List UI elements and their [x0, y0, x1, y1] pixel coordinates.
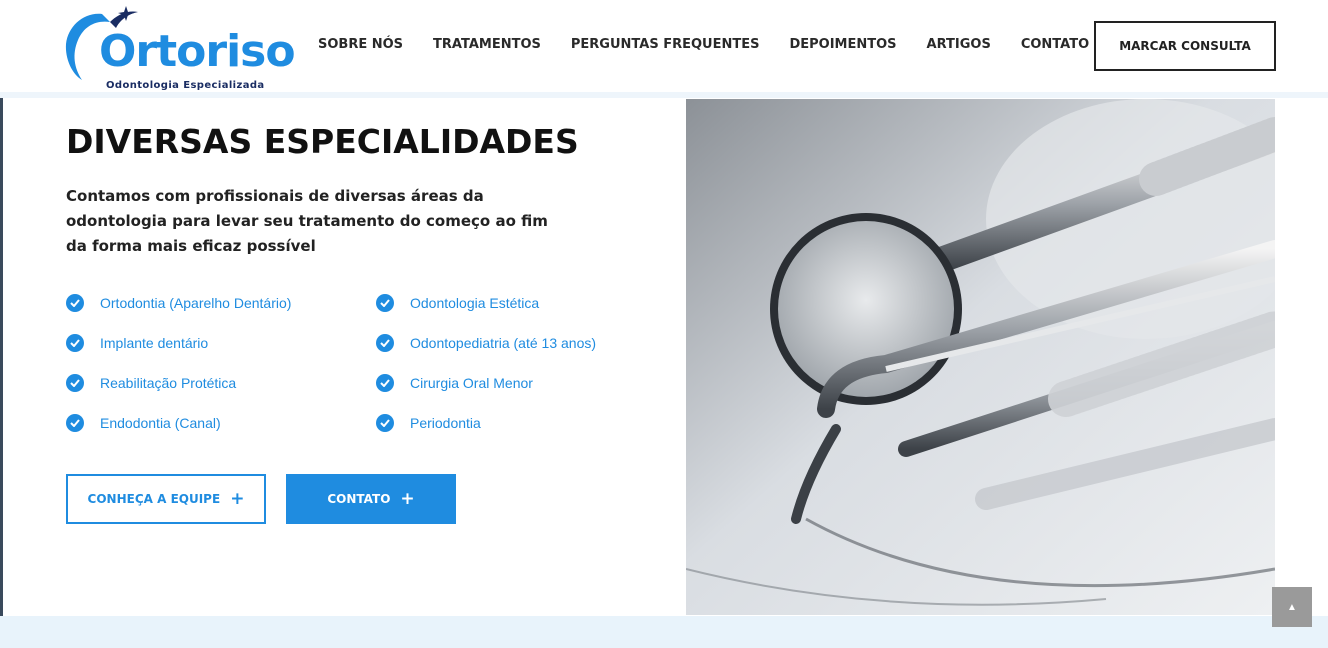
check-circle-icon — [66, 294, 84, 312]
specialty-label[interactable]: Endodontia (Canal) — [100, 415, 221, 431]
section-intro: Contamos com profissionais de diversas á… — [66, 187, 548, 255]
list-item: Reabilitação Protética — [66, 372, 236, 394]
scroll-to-top-button[interactable]: ▲ — [1272, 587, 1312, 627]
list-item: Odontopediatria (até 13 anos) — [376, 332, 596, 354]
list-item: Odontologia Estética — [376, 292, 539, 314]
contact-button[interactable]: CONTATO + — [286, 474, 456, 524]
next-section-band — [0, 616, 1328, 648]
logo-tagline: Odontologia Especializada — [106, 80, 265, 91]
nav-item-artigos[interactable]: ARTIGOS — [927, 37, 991, 52]
list-item: Periodontia — [376, 412, 481, 434]
specialty-label[interactable]: Odontologia Estética — [410, 295, 539, 311]
check-circle-icon — [376, 374, 394, 392]
logo-wordmark: Ortoriso — [99, 26, 296, 77]
nav-item-contato[interactable]: CONTATO — [1021, 37, 1089, 52]
list-item: Implante dentário — [66, 332, 208, 354]
plus-icon: + — [400, 489, 415, 509]
specialty-label[interactable]: Cirurgia Oral Menor — [410, 375, 533, 391]
main-nav: SOBRE NÓS TRATAMENTOS PERGUNTAS FREQUENT… — [318, 37, 1119, 52]
specialty-label[interactable]: Odontopediatria (até 13 anos) — [410, 335, 596, 351]
section-title: DIVERSAS ESPECIALIDADES — [66, 122, 579, 161]
specialty-label[interactable]: Periodontia — [410, 415, 481, 431]
specialties-list: Ortodontia (Aparelho Dentário) Implante … — [66, 292, 666, 442]
dental-instruments-photo — [686, 99, 1275, 615]
book-appointment-button[interactable]: MARCAR CONSULTA — [1094, 21, 1276, 71]
specialty-label[interactable]: Ortodontia (Aparelho Dentário) — [100, 295, 291, 311]
header-divider — [0, 92, 1328, 98]
check-circle-icon — [66, 374, 84, 392]
check-circle-icon — [376, 414, 394, 432]
specialty-label[interactable]: Implante dentário — [100, 335, 208, 351]
check-circle-icon — [376, 334, 394, 352]
plus-icon: + — [230, 489, 245, 509]
logo[interactable]: Ortoriso Odontologia Especializada — [62, 4, 296, 92]
nav-item-depoimentos[interactable]: DEPOIMENTOS — [789, 37, 896, 52]
nav-item-tratamentos[interactable]: TRATAMENTOS — [433, 37, 541, 52]
check-circle-icon — [376, 294, 394, 312]
meet-team-button[interactable]: CONHEÇA A EQUIPE + — [66, 474, 266, 524]
specialty-label[interactable]: Reabilitação Protética — [100, 375, 236, 391]
check-circle-icon — [66, 414, 84, 432]
site-header: Ortoriso Odontologia Especializada SOBRE… — [0, 0, 1328, 93]
nav-item-perguntas-frequentes[interactable]: PERGUNTAS FREQUENTES — [571, 37, 760, 52]
contact-label: CONTATO — [327, 492, 391, 506]
meet-team-label: CONHEÇA A EQUIPE — [87, 492, 221, 506]
list-item: Endodontia (Canal) — [66, 412, 221, 434]
nav-item-sobre-nos[interactable]: SOBRE NÓS — [318, 37, 403, 52]
check-circle-icon — [66, 334, 84, 352]
list-item: Ortodontia (Aparelho Dentário) — [66, 292, 291, 314]
list-item: Cirurgia Oral Menor — [376, 372, 533, 394]
chevron-up-icon: ▲ — [1287, 601, 1297, 613]
